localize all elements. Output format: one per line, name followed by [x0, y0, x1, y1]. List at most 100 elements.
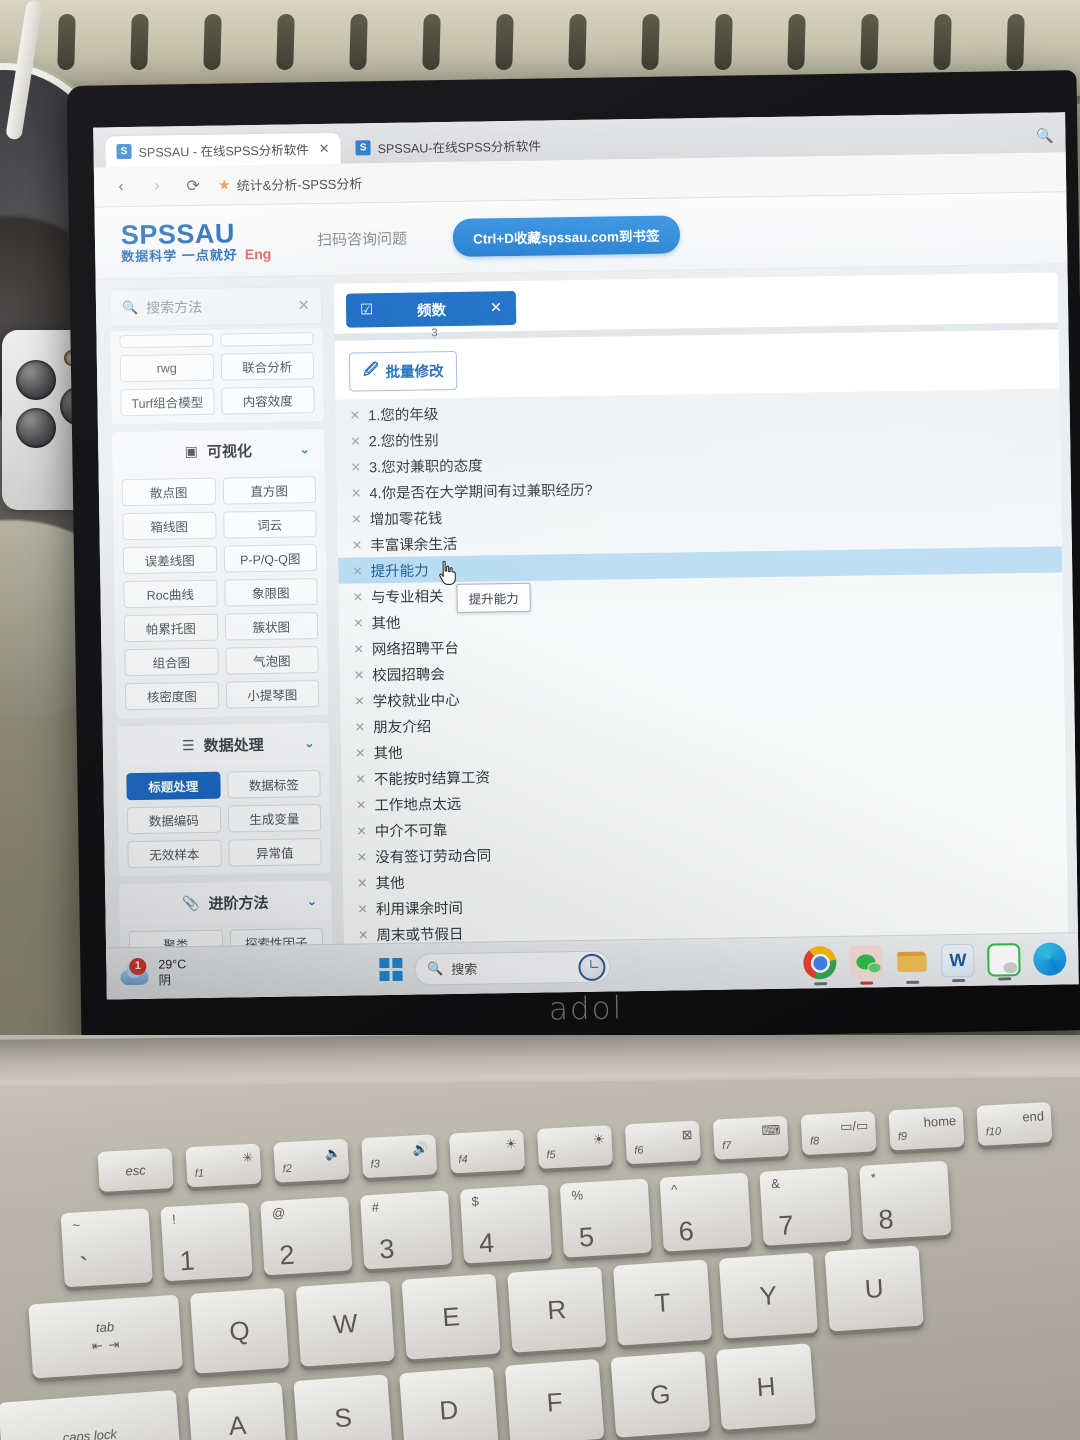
key-6[interactable]: ^ 6	[659, 1172, 752, 1252]
key-2[interactable]: @2	[260, 1196, 353, 1276]
key-f10[interactable]: f10 end	[976, 1102, 1053, 1146]
file-explorer-icon[interactable]	[895, 945, 929, 984]
method-button-histogram[interactable]: 直方图	[222, 476, 317, 505]
variable-list[interactable]: ✕ 1.您的年级 ✕ 2.您的性别 ✕ 3.您对兼职的态度 ✕ 4.你是否在大学期间有过…	[335, 388, 1069, 956]
frequency-tab[interactable]: ☑ 频数 ✕ 3	[345, 290, 517, 339]
clock-icon[interactable]	[577, 953, 606, 981]
chevron-down-icon[interactable]: ⌄	[306, 893, 317, 909]
edge-icon[interactable]	[1033, 942, 1067, 976]
key-f3[interactable]: f3 🔊	[361, 1134, 438, 1179]
section-header-visualization[interactable]: ▣ 可视化 ⌄	[111, 428, 325, 473]
key-f5[interactable]: f5 ☀	[537, 1125, 613, 1169]
remove-icon[interactable]: ✕	[355, 745, 366, 760]
key-5[interactable]: % 5	[559, 1178, 652, 1258]
forward-button[interactable]: ›	[146, 175, 168, 197]
method-button-content-validity[interactable]: 内容效度	[220, 386, 315, 415]
key-8[interactable]: * 8	[859, 1160, 952, 1240]
key-y[interactable]: Y	[718, 1252, 818, 1339]
spssau-logo[interactable]: SPSSAU 数据科学 一点就好 Eng	[121, 218, 272, 264]
remove-icon[interactable]: ✕	[350, 433, 361, 448]
chrome-icon[interactable]	[803, 946, 837, 986]
key-t[interactable]: T	[613, 1259, 713, 1346]
method-button-pareto[interactable]: 帕累托图	[123, 613, 218, 643]
reload-button[interactable]: ⟳	[182, 174, 204, 196]
key-f4[interactable]: f4 ☀	[449, 1129, 526, 1174]
key-d[interactable]: D	[399, 1366, 499, 1440]
remove-icon[interactable]: ✕	[356, 823, 367, 838]
remove-icon[interactable]: ✕	[358, 927, 369, 942]
key-backtick[interactable]: ~ `	[60, 1208, 153, 1288]
chevron-down-icon[interactable]: ⌄	[299, 441, 310, 457]
language-toggle[interactable]: Eng	[245, 246, 272, 262]
key-s[interactable]: S	[293, 1374, 393, 1440]
key-u[interactable]: U	[824, 1245, 924, 1332]
key-esc[interactable]: esc	[97, 1148, 174, 1192]
remove-icon[interactable]: ✕	[357, 901, 368, 916]
weather-widget[interactable]: 1 29°C 阴	[106, 957, 186, 990]
chevron-down-icon[interactable]: ⌄	[304, 735, 315, 751]
key-3[interactable]: #3	[360, 1190, 453, 1270]
method-button-wordcloud[interactable]: 词云	[222, 510, 317, 539]
clear-icon[interactable]: ✕	[297, 296, 310, 314]
search-methods-input[interactable]: 🔍 搜索方法 ✕	[109, 286, 323, 328]
remove-icon[interactable]: ✕	[350, 459, 361, 474]
browser-tab-inactive[interactable]: S SPSSAU-在线SPSS分析软件	[344, 129, 552, 163]
remove-icon[interactable]: ✕	[353, 641, 364, 656]
key-e[interactable]: E	[401, 1273, 501, 1360]
method-button-quadrant[interactable]: 象限图	[223, 578, 318, 607]
key-f9[interactable]: f9 home	[888, 1106, 965, 1151]
key-1[interactable]: ! 1	[160, 1202, 253, 1282]
remove-icon[interactable]: ✕	[356, 797, 367, 812]
method-button-cut-top[interactable]	[119, 333, 214, 349]
method-button-kde[interactable]: 核密度图	[124, 681, 219, 711]
key-w[interactable]: W	[295, 1280, 395, 1367]
remove-icon[interactable]: ✕	[350, 407, 361, 422]
key-r[interactable]: R	[507, 1266, 607, 1353]
wechat-pc-icon[interactable]	[987, 943, 1021, 981]
back-button[interactable]: ‹	[110, 175, 132, 197]
key-g[interactable]: G	[610, 1351, 711, 1438]
remove-icon[interactable]: ✕	[357, 875, 368, 890]
remove-icon[interactable]: ✕	[354, 667, 365, 682]
method-button-violin[interactable]: 小提琴图	[225, 680, 320, 709]
method-button-generate-variable[interactable]: 生成变量	[227, 804, 322, 833]
key-a[interactable]: A	[187, 1382, 288, 1440]
key-f8[interactable]: f8 ▭/▭	[800, 1111, 877, 1156]
browser-tab-active[interactable]: S SPSSAU - 在线SPSS分析软件 ✕	[105, 132, 341, 168]
method-button-roc[interactable]: Roc曲线	[123, 579, 218, 609]
method-button-bubble[interactable]: 气泡图	[224, 646, 319, 675]
key-q[interactable]: Q	[189, 1287, 290, 1374]
remove-icon[interactable]: ✕	[355, 771, 366, 786]
key-7[interactable]: & 7	[759, 1166, 852, 1246]
method-button-clustered-bar[interactable]: 簇状图	[224, 612, 319, 641]
windows-logo-icon[interactable]	[379, 958, 403, 981]
key-f7[interactable]: f7 ⌨	[712, 1115, 789, 1160]
wechat-icon[interactable]	[849, 945, 883, 985]
key-tab[interactable]: tab ⇤ ⇥	[28, 1294, 183, 1379]
key-f6[interactable]: f6 ⊠	[624, 1120, 701, 1165]
remove-icon[interactable]: ✕	[352, 589, 363, 604]
bookmark-item[interactable]: ★ 统计&分析-SPSS分析	[218, 173, 363, 194]
remove-icon[interactable]: ✕	[351, 511, 362, 526]
remove-icon[interactable]: ✕	[353, 615, 364, 630]
method-button-combo[interactable]: 组合图	[124, 647, 219, 677]
method-button-data-label[interactable]: 数据标签	[226, 770, 321, 799]
method-button-invalid-sample[interactable]: 无效样本	[127, 839, 222, 869]
remove-icon[interactable]: ✕	[357, 849, 368, 864]
tab-search-icon[interactable]: 🔍	[1036, 127, 1054, 152]
method-button-outlier[interactable]: 异常值	[227, 838, 322, 867]
method-button-cut-top[interactable]	[219, 332, 314, 347]
method-button-boxplot[interactable]: 箱线图	[122, 511, 217, 541]
remove-icon[interactable]: ✕	[352, 563, 363, 578]
methods-sidebar[interactable]: 🔍 搜索方法 ✕ rwg 联合分析 Turf组合模型 内容效度 ▣ 可视化 ⌄ …	[95, 275, 343, 960]
consult-link[interactable]: 扫码咨询问题	[317, 228, 407, 250]
word-icon[interactable]: W	[941, 943, 975, 983]
key-f1[interactable]: f1 ✳	[185, 1143, 262, 1188]
key-4[interactable]: $4	[459, 1184, 553, 1264]
remove-icon[interactable]: ✕	[355, 719, 366, 734]
method-button-title-processing[interactable]: 标题处理	[126, 771, 221, 801]
remove-icon[interactable]: ✕	[352, 537, 363, 552]
section-header-data-processing[interactable]: ☰ 数据处理 ⌄	[116, 722, 330, 767]
method-button-scatter[interactable]: 散点图	[121, 477, 216, 507]
method-button-turf[interactable]: Turf组合模型	[120, 387, 215, 417]
